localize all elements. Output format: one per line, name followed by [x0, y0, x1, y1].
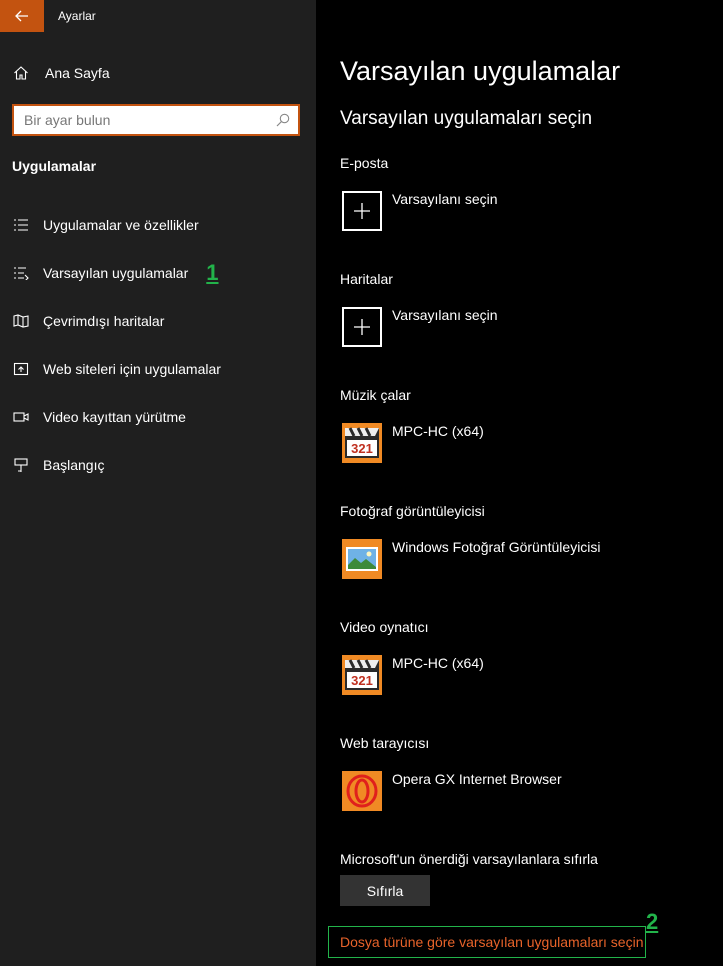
opera-gx-icon: [342, 771, 382, 811]
category-label-email: E-posta: [340, 155, 389, 171]
app-picker-music[interactable]: 321 MPC-HC (x64): [342, 423, 484, 463]
sidebar-item-label: Uygulamalar ve özellikler: [43, 217, 199, 233]
section-title: Uygulamalar: [12, 158, 97, 174]
svg-text:321: 321: [351, 441, 373, 456]
sidebar-item-label: Web siteleri için uygulamalar: [43, 361, 221, 377]
plus-icon: [342, 307, 382, 347]
home-link[interactable]: Ana Sayfa: [12, 62, 110, 84]
sidebar: Ayarlar Ana Sayfa Uygulamalar Uygulamala…: [0, 0, 316, 966]
app-name: Opera GX Internet Browser: [392, 771, 562, 787]
app-picker-photo[interactable]: Windows Fotoğraf Görüntüleyicisi: [342, 539, 601, 579]
plus-icon: [342, 191, 382, 231]
app-name: MPC-HC (x64): [392, 423, 484, 439]
sidebar-item-apps-features[interactable]: Uygulamalar ve özellikler: [12, 213, 302, 237]
page-subtitle: Varsayılan uygulamaları seçin: [340, 108, 593, 129]
photo-viewer-icon: [342, 539, 382, 579]
startup-icon: [12, 457, 30, 473]
app-name: Windows Fotoğraf Görüntüleyicisi: [392, 539, 601, 555]
back-arrow-icon: [15, 10, 28, 22]
app-picker-email[interactable]: Varsayılanı seçin: [342, 191, 498, 231]
back-button[interactable]: [0, 0, 44, 32]
search-input[interactable]: [14, 106, 274, 134]
sidebar-item-video-playback[interactable]: Video kayıttan yürütme: [12, 405, 302, 429]
search-box[interactable]: [12, 104, 300, 136]
sidebar-item-label: Varsayılan uygulamalar: [43, 265, 189, 281]
default-apps-icon: [12, 265, 30, 281]
app-name: Varsayılanı seçin: [392, 307, 498, 323]
sidebar-item-offline-maps[interactable]: Çevrimdışı haritalar: [12, 309, 302, 333]
app-picker-maps[interactable]: Varsayılanı seçin: [342, 307, 498, 347]
annotation-marker-1: 1: [206, 260, 219, 285]
sidebar-item-label: Başlangıç: [43, 457, 105, 473]
file-type-link-highlight: Dosya türüne göre varsayılan uygulamalar…: [328, 926, 646, 958]
mpc-hc-icon: 321: [342, 655, 382, 695]
sidebar-item-label: Çevrimdışı haritalar: [43, 313, 165, 329]
reset-button[interactable]: Sıfırla: [340, 875, 430, 906]
reset-label: Microsoft'un önerdiği varsayılanlara sıf…: [340, 851, 598, 867]
category-label-maps: Haritalar: [340, 271, 393, 287]
app-picker-video[interactable]: 321 MPC-HC (x64): [342, 655, 484, 695]
annotation-marker-2: 2: [646, 909, 659, 934]
category-label-video: Video oynatıcı: [340, 619, 429, 635]
sidebar-item-label: Video kayıttan yürütme: [43, 409, 186, 425]
sidebar-item-default-apps[interactable]: Varsayılan uygulamalar 1: [12, 260, 302, 285]
file-type-link[interactable]: Dosya türüne göre varsayılan uygulamalar…: [340, 934, 644, 950]
app-name: MPC-HC (x64): [392, 655, 484, 671]
page-title: Varsayılan uygulamalar: [340, 56, 621, 86]
category-label-browser: Web tarayıcısı: [340, 735, 430, 751]
app-picker-browser[interactable]: Opera GX Internet Browser: [342, 771, 562, 811]
category-label-music: Müzik çalar: [340, 387, 411, 403]
category-label-photo: Fotoğraf görüntüleyicisi: [340, 503, 485, 519]
svg-text:321: 321: [351, 673, 373, 688]
web-app-icon: [12, 361, 30, 377]
list-icon: [12, 217, 30, 233]
app-name: Varsayılanı seçin: [392, 191, 498, 207]
sidebar-item-startup[interactable]: Başlangıç: [12, 453, 302, 477]
video-icon: [12, 409, 30, 425]
map-icon: [12, 313, 30, 329]
home-icon: [12, 64, 30, 82]
window-title: Ayarlar: [58, 9, 96, 23]
search-icon[interactable]: [276, 113, 290, 132]
mpc-hc-icon: 321: [342, 423, 382, 463]
home-label: Ana Sayfa: [45, 65, 110, 81]
sidebar-item-web-apps[interactable]: Web siteleri için uygulamalar: [12, 357, 302, 381]
